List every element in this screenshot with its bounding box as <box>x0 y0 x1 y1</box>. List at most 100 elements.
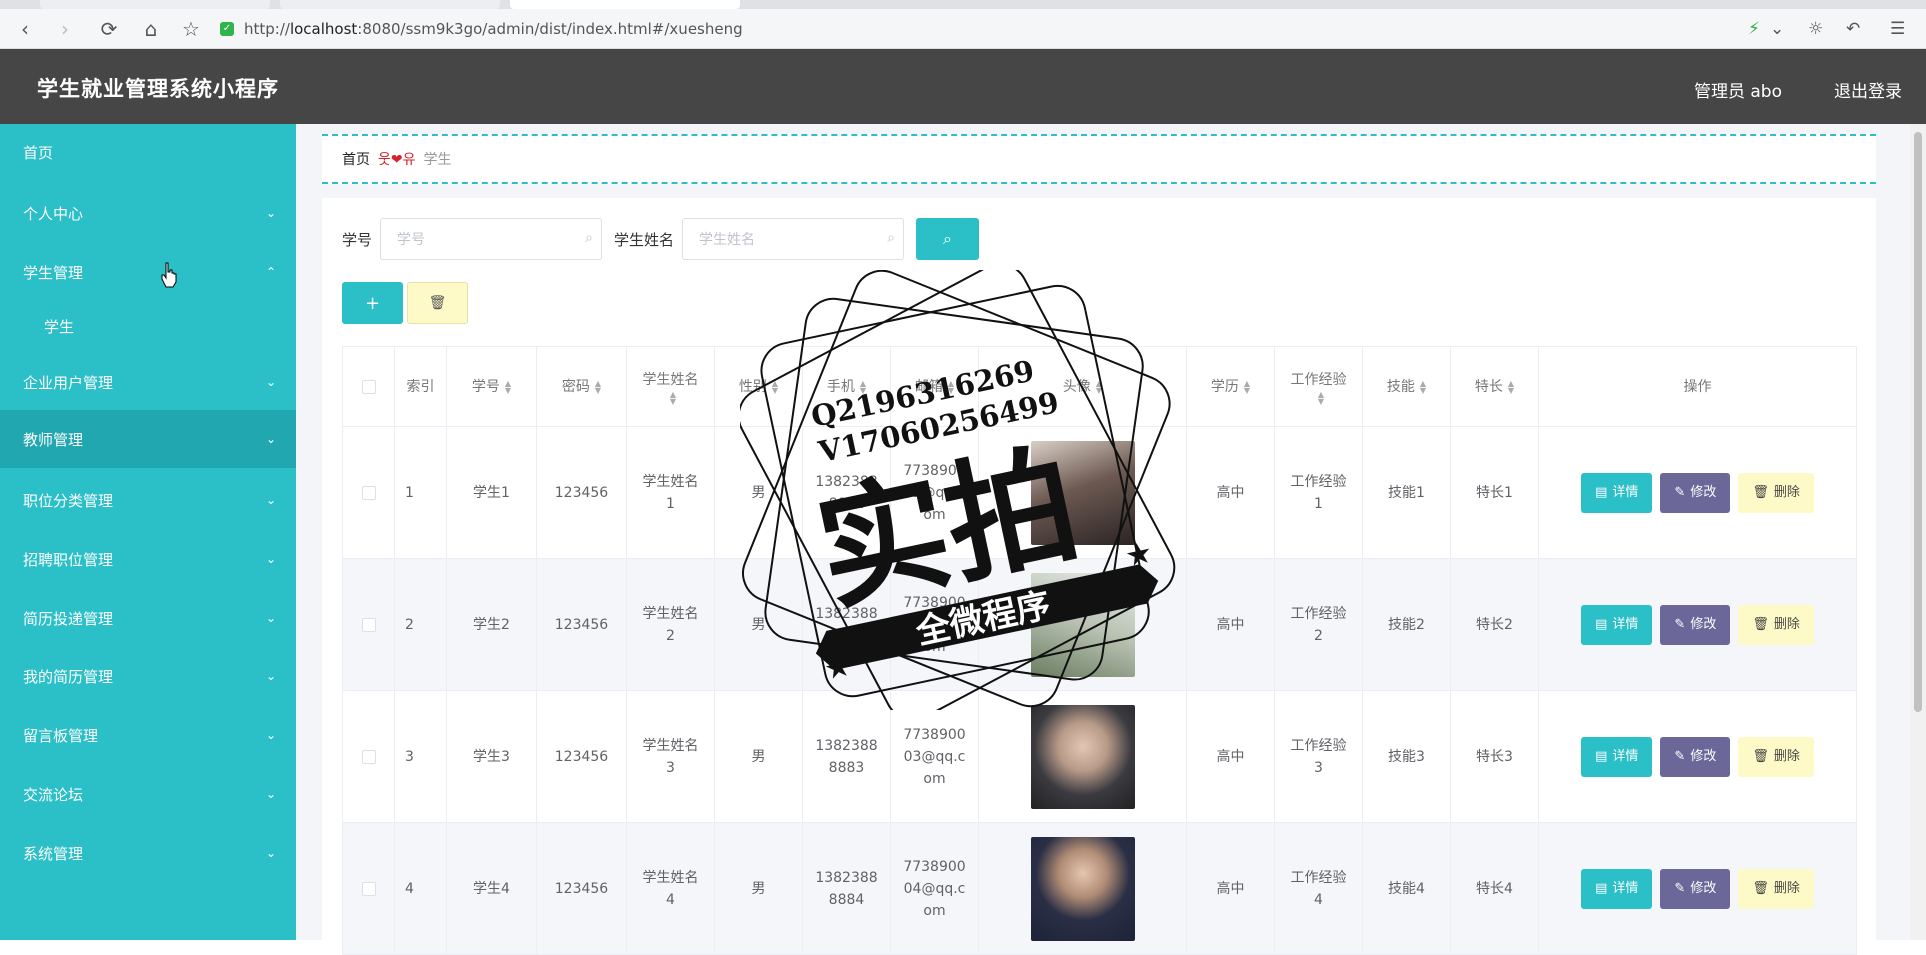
address-bar[interactable]: ✓ http://localhost:8080/ssm9k3go/admin/d… <box>220 15 1800 43</box>
breadcrumb-home[interactable]: 首页 <box>342 149 370 169</box>
table-row[interactable]: 3 学生3 123456 学生姓名3 男 13823888883 7738900… <box>343 691 1856 823</box>
edit-button[interactable]: ✎ 修改 <box>1660 868 1731 909</box>
sidebar-item-resume-delivery[interactable]: 简历投递管理 ⌄ <box>0 590 296 646</box>
sort-caret-icon[interactable]: ▲ ▼ <box>1508 379 1514 394</box>
sidebar-subitem-student[interactable]: 学生 <box>0 298 296 354</box>
sort-caret-icon[interactable]: ▲ ▼ <box>1318 390 1324 405</box>
theme-sun-icon[interactable]: ☼ <box>1808 16 1823 42</box>
row-checkbox[interactable] <box>361 749 376 764</box>
sidebar-item-label: 职位分类管理 <box>23 491 114 510</box>
forward-icon[interactable]: › <box>52 16 78 42</box>
cell-student-name-text: 学生姓名3 <box>642 737 699 776</box>
cell-phone-text: 13823888884 <box>815 869 878 908</box>
delete-button[interactable]: 🗑 删除 <box>1738 736 1814 777</box>
sidebar-item-home[interactable]: 首页 <box>0 124 296 180</box>
cell-work-experience: 工作经验2 <box>1275 559 1363 690</box>
browser-tab[interactable] <box>40 0 270 9</box>
col-header-student-id[interactable]: 学号 ▲ ▼ <box>447 347 537 426</box>
avatar[interactable] <box>1030 836 1135 941</box>
sidebar-item-personal-center[interactable]: 个人中心 ⌄ <box>0 185 296 241</box>
trash-icon: 🗑 <box>1752 748 1769 764</box>
cell-email-text: 773890004@qq.com <box>903 858 966 919</box>
student-id-label: 学号 <box>342 230 373 249</box>
sidebar-item-enterprise-users[interactable]: 企业用户管理 ⌄ <box>0 354 296 410</box>
home-icon[interactable]: ⌂ <box>138 16 164 42</box>
col-header-actions: 操作 <box>1539 347 1856 426</box>
sort-caret-icon[interactable]: ▲ ▼ <box>1420 379 1426 394</box>
add-button[interactable]: + <box>342 282 403 324</box>
detail-button[interactable]: ▤ 详情 <box>1581 736 1653 777</box>
sidebar-item-student-management[interactable]: 学生管理 ⌃ <box>0 244 296 300</box>
dropdown-icon[interactable]: ⌄ <box>1770 16 1784 42</box>
browser-toolbar: ‹ › ⟳ ⌂ ☆ ✓ http://localhost:8080/ssm9k3… <box>0 0 1926 49</box>
browser-tab-active[interactable] <box>510 0 740 9</box>
cell-password-text: 123456 <box>554 616 609 633</box>
edit-button[interactable]: ✎ 修改 <box>1660 736 1731 777</box>
cell-student-id-text: 学生3 <box>473 748 510 765</box>
delete-button[interactable]: 🗑 删除 <box>1738 868 1814 909</box>
row-checkbox-cell[interactable] <box>343 559 395 690</box>
cell-education-text: 高中 <box>1216 616 1245 633</box>
table-row[interactable]: 4 学生4 123456 学生姓名4 男 13823888884 7738900… <box>343 823 1856 955</box>
logout-link[interactable]: 退出登录 <box>1834 77 1902 102</box>
detail-button[interactable]: ▤ 详情 <box>1581 868 1653 909</box>
sidebar-item-my-resume[interactable]: 我的简历管理 ⌄ <box>0 648 296 704</box>
undo-icon[interactable]: ↶ <box>1846 16 1860 42</box>
select-all-checkbox-cell[interactable] <box>343 347 395 426</box>
cell-education-text: 高中 <box>1216 484 1245 501</box>
sidebar-item-message-board[interactable]: 留言板管理 ⌄ <box>0 707 296 763</box>
breadcrumb: 首页 웃❤유 学生 <box>322 134 1876 184</box>
browser-tab[interactable] <box>280 0 500 9</box>
sidebar-item-job-category[interactable]: 职位分类管理 ⌄ <box>0 472 296 528</box>
row-checkbox[interactable] <box>361 485 376 500</box>
col-header-work-experience[interactable]: 工作经验 ▲ ▼ <box>1275 347 1363 426</box>
sidebar-item-teacher-management[interactable]: 教师管理 ⌄ <box>0 410 296 468</box>
menu-icon[interactable]: ☰ <box>1890 16 1905 42</box>
cell-avatar <box>979 691 1187 822</box>
cell-password: 123456 <box>537 823 627 954</box>
col-header-student-name[interactable]: 学生姓名 ▲ ▼ <box>627 347 715 426</box>
batch-delete-button[interactable]: 🗑 <box>407 282 468 324</box>
sidebar-item-label: 首页 <box>23 143 54 162</box>
bookmark-star-icon[interactable]: ☆ <box>178 16 204 42</box>
sidebar-item-system[interactable]: 系统管理 ⌄ <box>0 825 296 881</box>
sidebar-item-forum[interactable]: 交流论坛 ⌄ <box>0 766 296 822</box>
sort-caret-icon[interactable]: ▲ ▼ <box>1244 379 1250 394</box>
row-checkbox[interactable] <box>361 617 376 632</box>
page-scrollbar[interactable] <box>1910 124 1926 940</box>
reload-icon[interactable]: ⟳ <box>96 16 122 42</box>
row-checkbox-cell[interactable] <box>343 823 395 954</box>
col-header-label: 学生姓名 <box>642 371 699 388</box>
search-button[interactable]: ⌕ <box>916 218 980 260</box>
col-header-specialty[interactable]: 特长 ▲ ▼ <box>1451 347 1539 426</box>
student-id-input[interactable]: 学号 ⌕ <box>380 218 603 260</box>
avatar[interactable] <box>1030 704 1135 809</box>
row-checkbox-cell[interactable] <box>343 691 395 822</box>
detail-button[interactable]: ▤ 详情 <box>1581 604 1653 645</box>
back-icon[interactable]: ‹ <box>12 16 38 42</box>
cell-specialty-text: 特长2 <box>1476 616 1513 633</box>
select-all-checkbox[interactable] <box>361 379 376 394</box>
student-name-input[interactable]: 学生姓名 ⌕ <box>682 218 905 260</box>
edit-button[interactable]: ✎ 修改 <box>1660 604 1731 645</box>
cell-specialty-text: 特长4 <box>1476 880 1513 897</box>
detail-button[interactable]: ▤ 详情 <box>1581 472 1653 513</box>
sort-caret-icon[interactable]: ▲ ▼ <box>670 390 676 405</box>
delete-button[interactable]: 🗑 删除 <box>1738 604 1814 645</box>
scrollbar-thumb[interactable] <box>1914 132 1922 712</box>
col-header-password[interactable]: 密码 ▲ ▼ <box>537 347 627 426</box>
lightning-icon[interactable]: ⚡ <box>1748 16 1760 42</box>
row-checkbox[interactable] <box>361 881 376 896</box>
edit-button[interactable]: ✎ 修改 <box>1660 472 1731 513</box>
sort-caret-icon[interactable]: ▲ ▼ <box>595 379 601 394</box>
delete-button[interactable]: 🗑 删除 <box>1738 472 1814 513</box>
col-header-education[interactable]: 学历 ▲ ▼ <box>1187 347 1275 426</box>
detail-button-label: 详情 <box>1612 748 1639 764</box>
col-header-skill[interactable]: 技能 ▲ ▼ <box>1363 347 1451 426</box>
edit-button-label: 修改 <box>1690 616 1717 632</box>
cell-sex: 男 <box>715 691 803 822</box>
sidebar-item-label: 学生 <box>44 317 75 336</box>
sort-caret-icon[interactable]: ▲ ▼ <box>505 379 511 394</box>
row-checkbox-cell[interactable] <box>343 427 395 558</box>
sidebar-item-recruitment[interactable]: 招聘职位管理 ⌄ <box>0 531 296 587</box>
